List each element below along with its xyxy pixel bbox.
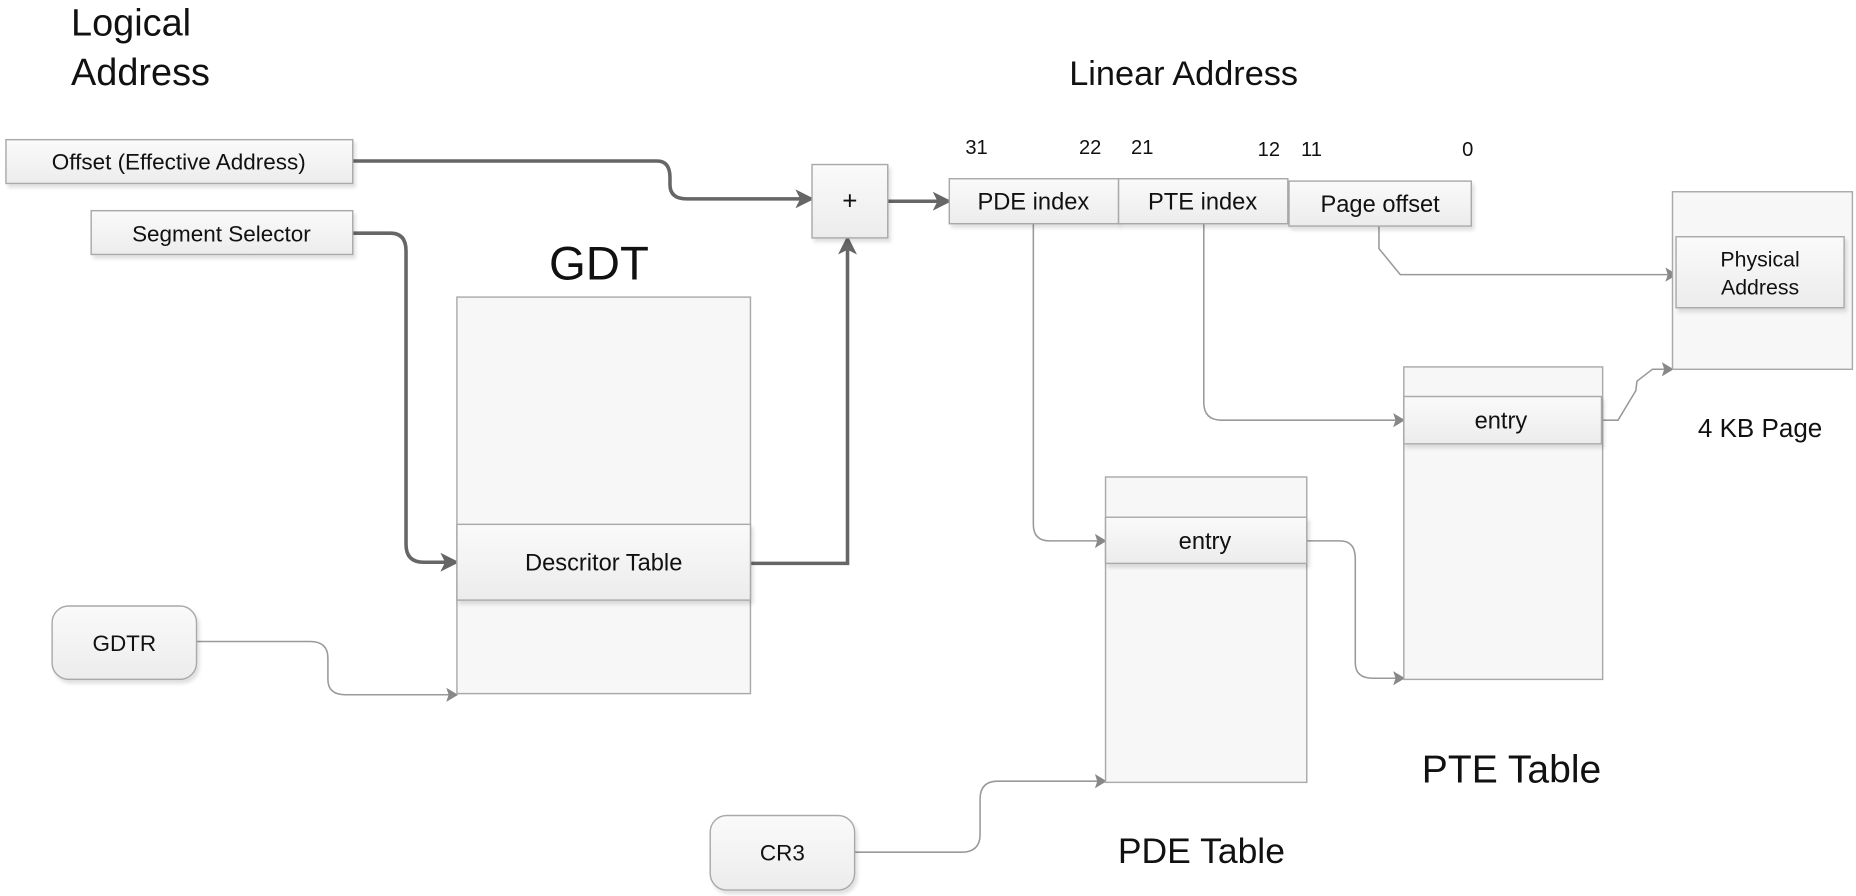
cr3-arrow	[854, 774, 1107, 853]
pde-index-field: PDE index	[977, 190, 1089, 216]
offset-box: Offset (Effective Address)	[5, 138, 354, 185]
bit-0: 0	[1462, 139, 1473, 161]
logical-address-title: Logical	[71, 3, 191, 45]
pte-entry-arrow	[1602, 362, 1674, 421]
bit-22: 22	[1079, 137, 1101, 159]
offset-label: Offset (Effective Address)	[52, 149, 306, 174]
bit-31: 31	[965, 137, 987, 159]
linear-address-title: Linear Address	[1069, 55, 1298, 93]
bit-21: 21	[1131, 137, 1153, 159]
pte-table-title: PTE Table	[1422, 748, 1601, 791]
gdt-table: Descritor Table	[456, 296, 752, 695]
page-title: 4 KB Page	[1698, 413, 1822, 443]
gdtr-arrow	[196, 640, 459, 702]
logical-address-title-line2: Address	[71, 52, 210, 94]
pde-table-title: PDE Table	[1118, 831, 1285, 871]
gdtr-register: GDTR	[51, 605, 198, 681]
gdtr-label: GDTR	[92, 631, 156, 656]
offset-to-adder-arrow	[352, 159, 815, 209]
address-translation-diagram: Logical Address Linear Address GDT PDE T…	[5, 3, 1854, 891]
gdt-title: GDT	[549, 237, 649, 290]
pde-table: entry	[1104, 476, 1308, 784]
page-offset-field: Page offset	[1321, 192, 1441, 218]
pde-entry: entry	[1179, 529, 1232, 555]
descriptor-to-adder-arrow	[750, 235, 857, 566]
adder-box: +	[811, 163, 889, 239]
bit-11: 11	[1301, 139, 1322, 161]
pde-index-arrow	[1032, 223, 1107, 549]
pte-table: entry	[1403, 366, 1604, 681]
bit-12: 12	[1258, 139, 1280, 161]
physical-page: Physical Address	[1671, 191, 1854, 370]
cr3-label: CR3	[760, 840, 805, 865]
pte-index-arrow	[1203, 223, 1405, 428]
segment-selector-box: Segment Selector	[90, 209, 354, 256]
linear-address-fields: PDE index PTE index Page offset	[948, 178, 1472, 227]
physical-address-label-line2: Address	[1721, 276, 1799, 300]
segment-selector-label: Segment Selector	[132, 221, 311, 246]
selector-to-gdt-arrow	[352, 231, 460, 572]
physical-address-label: Physical	[1720, 247, 1799, 271]
page-offset-arrow	[1378, 224, 1678, 282]
bit-labels: 31 22 21 12 11 0	[965, 137, 1473, 161]
gdt-descriptor-entry: Descritor Table	[525, 551, 682, 577]
adder-label: +	[842, 186, 857, 216]
pte-index-field: PTE index	[1148, 190, 1257, 216]
pte-entry: entry	[1475, 408, 1528, 434]
pde-entry-arrow	[1306, 540, 1405, 686]
cr3-register: CR3	[709, 814, 856, 891]
